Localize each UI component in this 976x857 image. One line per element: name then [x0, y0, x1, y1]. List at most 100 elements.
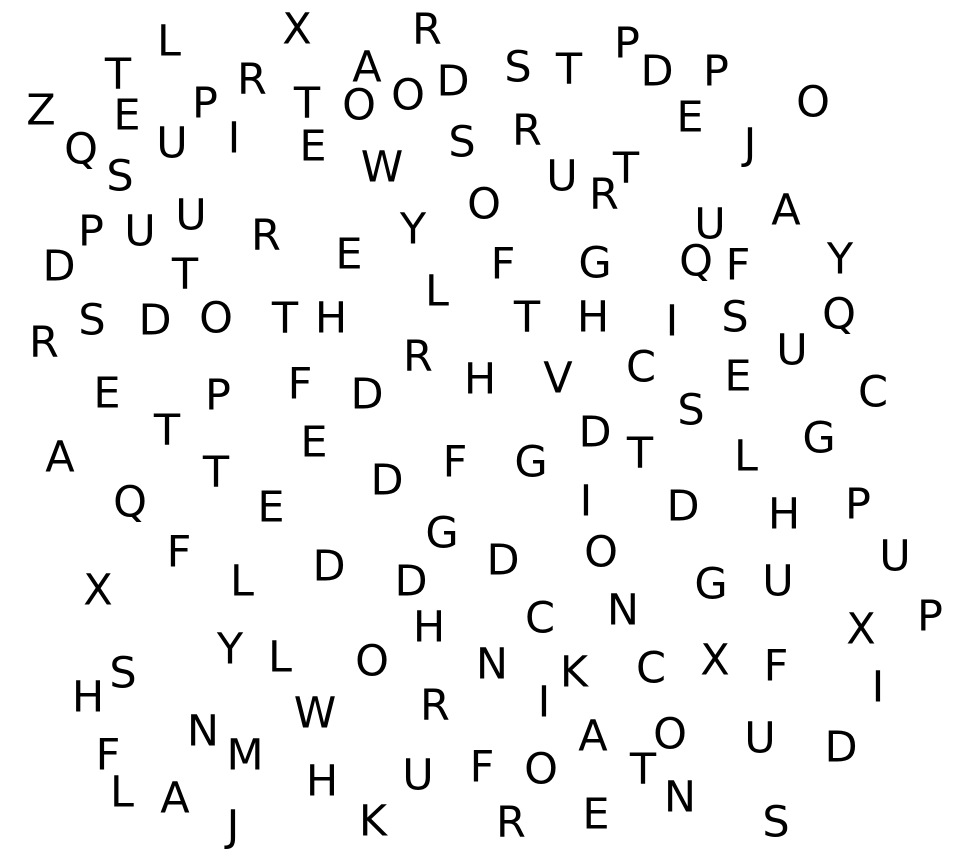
letter-glyph: F	[469, 742, 495, 793]
letter-glyph: X	[282, 4, 312, 55]
letter-glyph: T	[555, 44, 583, 95]
letter-glyph: S	[504, 42, 532, 93]
letter-glyph: F	[490, 239, 516, 290]
letter-glyph: D	[578, 407, 612, 458]
letter-glyph: D	[350, 369, 384, 420]
letter-glyph: Y	[399, 204, 427, 255]
letter-glyph: X	[700, 635, 730, 686]
letter-glyph: K	[559, 647, 589, 698]
letter-glyph: D	[370, 455, 404, 506]
letter-glyph: I	[871, 662, 885, 713]
letter-glyph: O	[584, 527, 618, 578]
letter-glyph: T	[293, 78, 321, 129]
letter-glyph: Q	[822, 289, 856, 340]
letter-glyph: P	[205, 370, 231, 421]
letter-glyph: C	[524, 593, 556, 644]
letter-glyph: M	[226, 730, 264, 781]
letter-glyph: R	[403, 331, 433, 382]
letter-glyph: D	[436, 56, 470, 107]
letter-glyph: X	[846, 604, 876, 655]
letter-glyph: I	[227, 113, 241, 164]
letter-glyph: G	[514, 437, 548, 488]
letter-glyph: O	[653, 709, 687, 760]
letter-glyph: A	[771, 185, 801, 236]
letter-glyph: I	[579, 476, 593, 527]
letter-glyph: U	[124, 206, 156, 257]
letter-glyph: D	[486, 535, 520, 586]
letter-glyph: K	[358, 796, 388, 847]
letter-glyph: N	[186, 706, 220, 757]
letter-glyph: S	[762, 797, 790, 848]
letter-glyph: N	[663, 772, 697, 823]
letter-glyph: D	[824, 722, 858, 773]
letter-glyph: R	[251, 210, 281, 261]
letter-glyph: H	[576, 292, 610, 343]
letter-glyph: E	[299, 121, 327, 172]
letter-glyph: G	[802, 413, 836, 464]
letter-glyph: D	[394, 556, 428, 607]
letter-glyph: U	[175, 190, 207, 241]
letter-glyph: P	[845, 479, 871, 530]
letter-glyph: S	[721, 292, 749, 343]
letter-glyph: Y	[826, 234, 854, 285]
letter-glyph: G	[578, 238, 612, 289]
letter-glyph: Q	[679, 236, 713, 287]
letter-glyph: E	[113, 90, 141, 141]
letter-glyph: Z	[26, 85, 56, 136]
letter-glyph: E	[93, 368, 121, 419]
letter-glyph: O	[467, 179, 501, 230]
letter-glyph: T	[202, 447, 230, 498]
letter-glyph: T	[171, 249, 199, 300]
letter-glyph: I	[665, 296, 679, 347]
letter-glyph: F	[725, 240, 751, 291]
letter-glyph: W	[360, 142, 404, 193]
letter-glyph: J	[743, 119, 757, 170]
letter-glyph: T	[271, 293, 299, 344]
letter-glyph: O	[342, 80, 376, 131]
letter-glyph: U	[879, 531, 911, 582]
letter-glyph: D	[312, 541, 346, 592]
letter-glyph: I	[537, 677, 551, 728]
letter-glyph: O	[391, 70, 425, 121]
letter-glyph: F	[166, 527, 192, 578]
letter-glyph: E	[335, 229, 363, 280]
letter-glyph: A	[578, 711, 608, 762]
letter-glyph: T	[626, 428, 654, 479]
letter-glyph: P	[703, 46, 729, 97]
letter-glyph: R	[412, 4, 442, 55]
letter-glyph: L	[268, 632, 292, 683]
letter-glyph: A	[160, 773, 190, 824]
letter-glyph: H	[71, 672, 105, 723]
letter-glyph: O	[199, 293, 233, 344]
letter-glyph: Q	[64, 124, 98, 175]
letter-glyph: T	[153, 405, 181, 456]
letter-glyph: F	[287, 359, 313, 410]
letter-glyph: O	[355, 636, 389, 687]
letter-glyph: F	[763, 641, 789, 692]
letter-glyph: P	[917, 591, 943, 642]
letter-glyph: L	[734, 431, 758, 482]
letter-glyph: U	[776, 325, 808, 376]
letter-glyph: L	[157, 16, 181, 67]
letter-glyph: H	[314, 293, 348, 344]
letter-glyph: U	[402, 750, 434, 801]
letter-glyph: E	[582, 789, 610, 840]
letter-glyph: S	[106, 151, 134, 202]
letter-glyph: S	[448, 117, 476, 168]
letter-glyph: D	[42, 241, 76, 292]
letter-glyph: O	[524, 744, 558, 795]
letter-glyph: C	[857, 367, 889, 418]
letter-glyph: R	[512, 105, 542, 156]
letter-glyph: S	[109, 648, 137, 699]
letter-glyph: S	[677, 385, 705, 436]
letter-glyph: R	[589, 169, 619, 220]
letter-glyph: V	[543, 353, 573, 404]
letter-glyph: E	[300, 417, 328, 468]
letter-glyph: D	[138, 295, 172, 346]
letter-glyph: R	[420, 680, 450, 731]
letter-glyph: J	[226, 801, 240, 852]
letter-glyph: P	[192, 78, 218, 129]
letter-glyph: H	[767, 489, 801, 540]
letter-glyph: H	[412, 602, 446, 653]
letter-glyph: G	[425, 508, 459, 559]
